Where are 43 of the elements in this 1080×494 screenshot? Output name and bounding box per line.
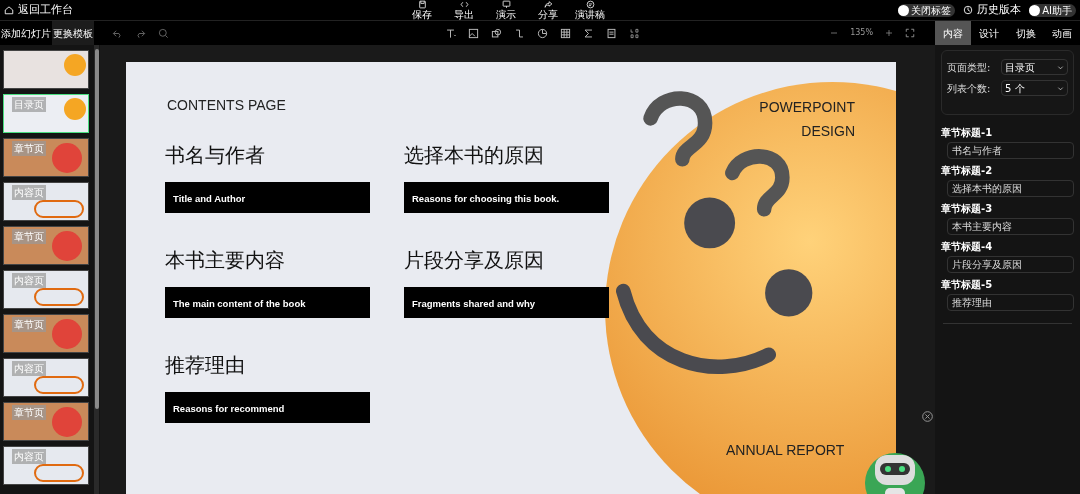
text-field[interactable]: 片段分享及原因 xyxy=(947,256,1074,273)
item-title: 片段分享及原因 xyxy=(404,247,545,274)
history-button[interactable]: 历史版本 xyxy=(963,1,1022,19)
toolbar-button[interactable]: 演讲稿 xyxy=(573,0,607,20)
field-label: 章节标题-1 xyxy=(941,126,994,140)
field-label: 章节标题-2 xyxy=(941,164,994,178)
item-label: Fragments shared and why xyxy=(404,287,609,318)
toggle-switch[interactable]: AI助手 xyxy=(1029,3,1076,17)
footer-text: ANNUAL REPORT xyxy=(726,441,845,460)
item-label: Reasons for recommend xyxy=(165,392,370,423)
item-title: 推荐理由 xyxy=(165,352,246,379)
setting-label: 页面类型: xyxy=(947,60,992,75)
dropdown[interactable]: 目录页 xyxy=(1001,59,1068,75)
item-label: Reasons for choosing this book. xyxy=(404,182,609,213)
item-label: The main content of the book xyxy=(165,287,370,318)
panel-tab[interactable]: 切换 xyxy=(1007,21,1044,45)
slide-heading: CONTENTS PAGE xyxy=(167,96,286,115)
field-label: 章节标题-5 xyxy=(941,278,994,292)
text-field[interactable]: 书名与作者 xyxy=(947,142,1074,159)
back-button[interactable]: 返回工作台 xyxy=(4,1,73,19)
toolbar-button[interactable]: 导出 xyxy=(447,0,481,20)
toolbar-button[interactable]: 保存 xyxy=(405,0,439,20)
panel-button[interactable]: 更换模板 xyxy=(52,21,94,45)
toggle-switch[interactable]: 关闭标签 xyxy=(898,3,956,17)
zoom-level: 135% xyxy=(850,27,873,39)
item-label: Title and Author xyxy=(165,182,370,213)
item-title: 本书主要内容 xyxy=(165,247,286,274)
text-field[interactable]: 推荐理由 xyxy=(947,294,1074,311)
text-field[interactable]: 本书主要内容 xyxy=(947,218,1074,235)
toolbar-button[interactable]: 演示 xyxy=(489,0,523,20)
brand-text: POWERPOINT DESIGN xyxy=(759,98,855,141)
item-title: 书名与作者 xyxy=(165,142,266,169)
item-title: 选择本书的原因 xyxy=(404,142,545,169)
panel-tab[interactable]: 动画 xyxy=(1043,21,1080,45)
panel-button[interactable]: 添加幻灯片 xyxy=(0,21,52,45)
panel-tab[interactable]: 内容 xyxy=(935,21,972,45)
panel-tab[interactable]: 设计 xyxy=(971,21,1008,45)
field-label: 章节标题-3 xyxy=(941,202,994,216)
field-label: 章节标题-4 xyxy=(941,240,994,254)
toolbar-button[interactable]: 分享 xyxy=(531,0,565,20)
setting-label: 列表个数: xyxy=(947,81,992,96)
dropdown[interactable]: 5 个 xyxy=(1001,80,1068,96)
text-field[interactable]: 选择本书的原因 xyxy=(947,180,1074,197)
